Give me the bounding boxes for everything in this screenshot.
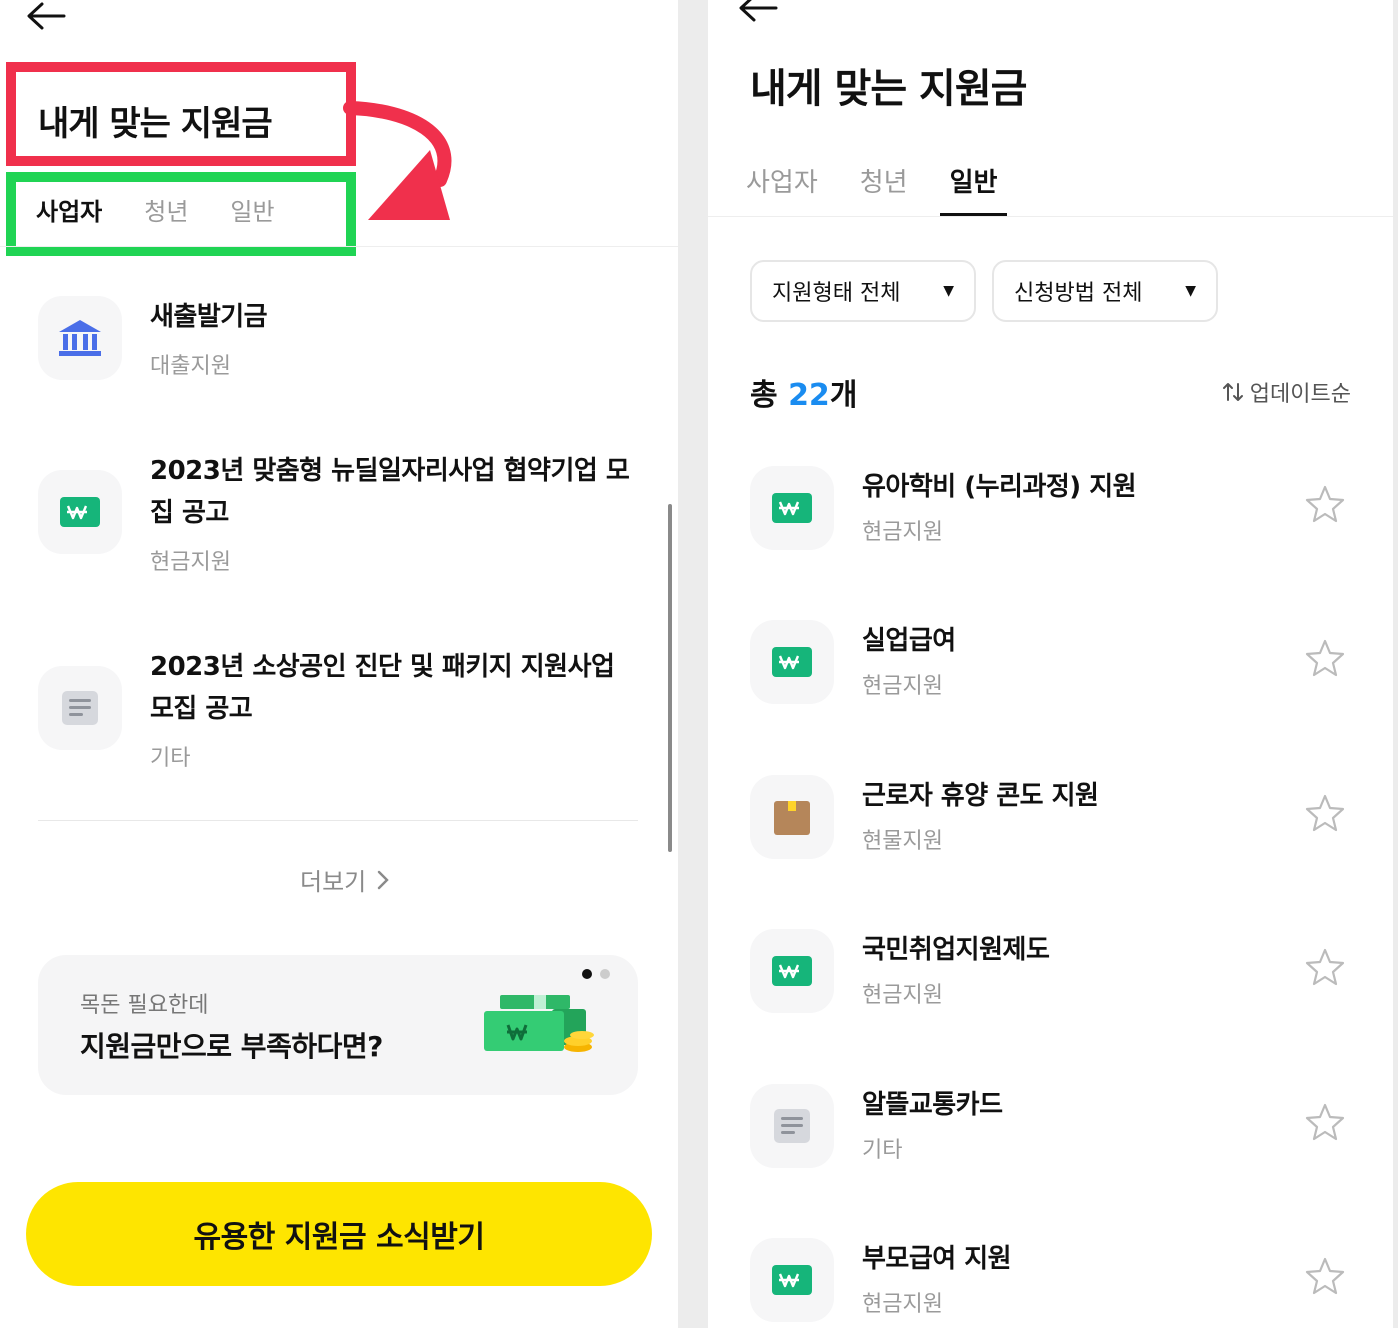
item-title: 2023년 소상공인 진단 및 패키지 지원사업 모집 공고 bbox=[150, 652, 615, 724]
divider bbox=[38, 820, 638, 821]
sort-label: 업데이트순 bbox=[1249, 382, 1351, 407]
count-number: 22 bbox=[788, 378, 830, 413]
item-category: 현금지원 bbox=[862, 520, 943, 545]
document-icon bbox=[38, 666, 122, 750]
star-icon[interactable] bbox=[1305, 638, 1345, 678]
bank-icon bbox=[38, 296, 122, 380]
document-icon bbox=[750, 1084, 834, 1168]
item-category: 현금지원 bbox=[862, 674, 943, 699]
tab-general[interactable]: 일반 bbox=[230, 192, 274, 227]
left-screen: 내게 맞는 지원금 사업자 청년 일반 새출발기금 대출지원 2023년 맞춤형… bbox=[0, 0, 678, 1328]
caret-down-icon: ▼ bbox=[943, 283, 954, 299]
box-icon bbox=[750, 775, 834, 859]
banner-subtitle: 목돈 필요한데 bbox=[80, 993, 209, 1018]
item-title: 근로자 휴양 콘도 지원 bbox=[862, 781, 1099, 811]
carousel-dot[interactable] bbox=[582, 969, 592, 979]
won-icon bbox=[38, 470, 122, 554]
won-icon bbox=[750, 929, 834, 1013]
won-icon bbox=[750, 620, 834, 704]
back-arrow-icon[interactable] bbox=[736, 0, 780, 28]
carousel-dots bbox=[582, 969, 610, 979]
item-category: 대출지원 bbox=[150, 354, 231, 379]
sort-button[interactable]: 업데이트순 bbox=[1222, 376, 1351, 408]
item-category: 현물지원 bbox=[862, 829, 943, 854]
money-stack-icon bbox=[484, 995, 594, 1052]
tab-bar: 사업자 청년 일반 bbox=[746, 162, 1008, 217]
item-category: 현금지원 bbox=[150, 550, 231, 575]
result-count: 총 22개 bbox=[750, 370, 857, 414]
filter-apply-method[interactable]: 신청방법 전체 ▼ bbox=[992, 260, 1218, 322]
tab-youth[interactable]: 청년 bbox=[144, 192, 188, 227]
item-title: 알뜰교통카드 bbox=[862, 1090, 1003, 1120]
list-item[interactable]: 부모급여 지원 현금지원 bbox=[750, 1238, 1353, 1328]
item-title: 유아학비 (누리과정) 지원 bbox=[862, 472, 1137, 502]
subscribe-button[interactable]: 유용한 지원금 소식받기 bbox=[26, 1182, 652, 1286]
tab-general[interactable]: 일반 bbox=[939, 162, 1008, 217]
list-item[interactable]: 알뜰교통카드 기타 bbox=[750, 1084, 1353, 1174]
list-item[interactable]: 2023년 소상공인 진단 및 패키지 지원사업 모집 공고 기타 bbox=[38, 646, 648, 776]
star-icon[interactable] bbox=[1305, 947, 1345, 987]
filter-label: 지원형태 전체 bbox=[772, 281, 901, 306]
count-suffix: 개 bbox=[829, 378, 858, 413]
item-category: 현금지원 bbox=[862, 983, 943, 1008]
promo-banner[interactable]: 목돈 필요한데 지원금만으로 부족하다면? bbox=[38, 955, 638, 1095]
list-item[interactable]: 국민취업지원제도 현금지원 bbox=[750, 929, 1353, 1019]
scrollbar[interactable] bbox=[668, 504, 672, 852]
item-title: 2023년 맞춤형 뉴딜일자리사업 협약기업 모집 공고 bbox=[150, 456, 630, 528]
star-icon[interactable] bbox=[1305, 1102, 1345, 1142]
count-prefix: 총 bbox=[750, 378, 778, 413]
list-item[interactable]: 근로자 휴양 콘도 지원 현물지원 bbox=[750, 775, 1353, 865]
chevron-right-icon bbox=[378, 870, 389, 889]
right-screen: 내게 맞는 지원금 사업자 청년 일반 지원형태 전체 ▼ 신청방법 전체 ▼ … bbox=[708, 0, 1393, 1328]
won-icon bbox=[750, 1238, 834, 1322]
item-category: 기타 bbox=[150, 746, 191, 771]
filter-support-type[interactable]: 지원형태 전체 ▼ bbox=[750, 260, 976, 322]
caret-down-icon: ▼ bbox=[1185, 283, 1196, 299]
back-arrow-icon[interactable] bbox=[24, 0, 68, 36]
list-item[interactable]: 새출발기금 대출지원 bbox=[38, 296, 648, 386]
page-title: 내게 맞는 지원금 bbox=[750, 66, 1027, 112]
tab-business[interactable]: 사업자 bbox=[36, 192, 102, 227]
sort-icon bbox=[1222, 383, 1243, 401]
filter-label: 신청방법 전체 bbox=[1014, 281, 1143, 306]
item-category: 현금지원 bbox=[862, 1292, 943, 1317]
tab-bar: 사업자 청년 일반 bbox=[36, 192, 275, 227]
item-title: 실업급여 bbox=[862, 626, 956, 656]
item-title: 부모급여 지원 bbox=[862, 1244, 1012, 1274]
star-icon[interactable] bbox=[1305, 1256, 1345, 1296]
star-icon[interactable] bbox=[1305, 484, 1345, 524]
item-title: 국민취업지원제도 bbox=[862, 935, 1050, 965]
banner-title: 지원금만으로 부족하다면? bbox=[80, 1030, 383, 1063]
divider bbox=[0, 246, 678, 247]
divider bbox=[708, 216, 1393, 217]
annotation-red-box bbox=[6, 62, 356, 166]
list-item[interactable]: 실업급여 현금지원 bbox=[750, 620, 1353, 710]
more-button[interactable]: 더보기 bbox=[300, 862, 390, 897]
tab-youth[interactable]: 청년 bbox=[860, 162, 908, 217]
won-icon bbox=[750, 466, 834, 550]
tab-business[interactable]: 사업자 bbox=[746, 162, 818, 217]
annotation-arrow bbox=[343, 101, 452, 220]
more-label: 더보기 bbox=[300, 868, 367, 896]
list-item[interactable]: 2023년 맞춤형 뉴딜일자리사업 협약기업 모집 공고 현금지원 bbox=[38, 450, 648, 580]
list-item[interactable]: 유아학비 (누리과정) 지원 현금지원 bbox=[750, 466, 1353, 556]
item-category: 기타 bbox=[862, 1138, 903, 1163]
star-icon[interactable] bbox=[1305, 793, 1345, 833]
item-title: 새출발기금 bbox=[150, 302, 268, 332]
carousel-dot[interactable] bbox=[600, 969, 610, 979]
